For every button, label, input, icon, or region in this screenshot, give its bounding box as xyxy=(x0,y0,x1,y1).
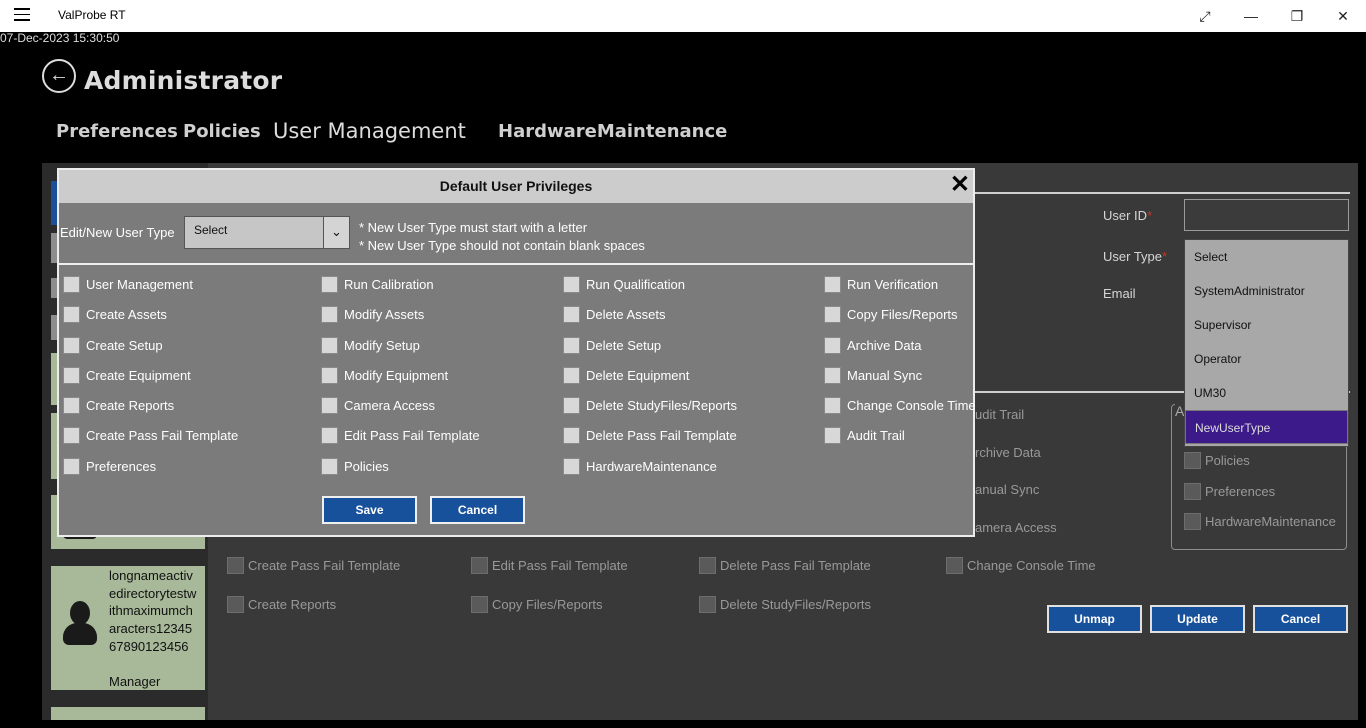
restore-icon[interactable]: ❐ xyxy=(1287,6,1307,26)
checkbox-user-management[interactable]: User Management xyxy=(63,276,193,293)
checkbox-delete-studyfiles-reports-bg[interactable]: Delete StudyFiles/Reports xyxy=(699,596,871,613)
tab-hardware-maintenance[interactable]: HardwareMaintenance xyxy=(498,121,727,142)
checkbox-copy-files-reports[interactable]: Copy Files/Reports xyxy=(824,306,958,323)
user-type-dropdown[interactable]: Select SystemAdministrator Supervisor Op… xyxy=(1184,239,1349,447)
cancel-button[interactable]: Cancel xyxy=(1253,605,1348,633)
checkbox-hardware-maintenance-bg[interactable]: HardwareMaintenance xyxy=(1184,513,1336,530)
note-no-spaces: * New User Type should not contain blank… xyxy=(359,238,645,253)
checkbox-change-console-time-bg[interactable]: Change Console Time xyxy=(946,557,1096,574)
checkbox-create-pass-fail-template-bg[interactable]: Create Pass Fail Template xyxy=(227,557,400,574)
checkbox-create-reports[interactable]: Create Reports xyxy=(63,397,174,414)
checkbox-preferences-bg[interactable]: Preferences xyxy=(1184,483,1275,500)
checkbox-create-assets[interactable]: Create Assets xyxy=(63,306,167,323)
avatar xyxy=(63,601,97,649)
privilege-label: amera Access xyxy=(975,520,1057,535)
tab-user-management[interactable]: User Management xyxy=(273,119,466,143)
dialog-title: Default User Privileges xyxy=(439,178,593,194)
group-label: A xyxy=(1175,403,1185,419)
checkbox-edit-pass-fail-template-bg[interactable]: Edit Pass Fail Template xyxy=(471,557,628,574)
checkbox-run-qualification[interactable]: Run Qualification xyxy=(563,276,685,293)
tab-preferences[interactable]: Preferences xyxy=(56,121,178,142)
dropdown-option[interactable]: Operator xyxy=(1185,342,1348,376)
checkbox-delete-pass-fail-template[interactable]: Delete Pass Fail Template xyxy=(563,427,737,444)
dialog-header: Default User Privileges ✕ xyxy=(59,170,973,203)
title-bar: ValProbe RT ⤢ — ❐ ✕ xyxy=(0,0,1366,32)
app-title: ValProbe RT xyxy=(58,8,126,22)
checkbox-run-verification[interactable]: Run Verification xyxy=(824,276,938,293)
minimize-icon[interactable]: — xyxy=(1241,6,1261,26)
checkbox-delete-setup[interactable]: Delete Setup xyxy=(563,337,661,354)
tab-policies[interactable]: Policies xyxy=(183,121,261,142)
checkbox-delete-pass-fail-template-bg[interactable]: Delete Pass Fail Template xyxy=(699,557,871,574)
dropdown-option[interactable]: UM30 xyxy=(1185,376,1348,410)
note-start-letter: * New User Type must start with a letter xyxy=(359,220,588,235)
checkbox-create-pass-fail-template[interactable]: Create Pass Fail Template xyxy=(63,427,238,444)
dialog-divider xyxy=(59,263,973,265)
checkbox-manual-sync[interactable]: Manual Sync xyxy=(824,367,922,384)
edit-user-type-label: Edit/New User Type xyxy=(60,225,175,240)
checkbox-run-calibration[interactable]: Run Calibration xyxy=(321,276,434,293)
checkbox-archive-data[interactable]: Archive Data xyxy=(824,337,921,354)
checkbox-audit-trail[interactable]: Audit Trail xyxy=(824,427,905,444)
dialog-cancel-button[interactable]: Cancel xyxy=(430,496,525,524)
checkbox-change-console-time[interactable]: Change Console Time xyxy=(824,397,976,414)
user-role: Manager xyxy=(109,674,161,689)
save-button[interactable]: Save xyxy=(322,496,417,524)
checkbox-delete-studyfiles-reports[interactable]: Delete StudyFiles/Reports xyxy=(563,397,737,414)
checkbox-policies[interactable]: Policies xyxy=(321,458,389,475)
unmap-button[interactable]: Unmap xyxy=(1047,605,1142,633)
close-icon[interactable]: ✕ xyxy=(950,173,970,197)
email-label: Email xyxy=(1103,286,1136,301)
checkbox-create-reports-bg[interactable]: Create Reports xyxy=(227,596,336,613)
user-type-select[interactable]: Select ⌄ xyxy=(184,216,350,249)
divider xyxy=(975,192,1350,194)
user-id-input[interactable] xyxy=(1184,199,1349,231)
chevron-down-icon[interactable]: ⌄ xyxy=(323,217,349,248)
page-title: Administrator xyxy=(84,66,283,95)
checkbox-camera-access[interactable]: Camera Access xyxy=(321,397,435,414)
checkbox-modify-assets[interactable]: Modify Assets xyxy=(321,306,424,323)
checkbox-hardware-maintenance[interactable]: HardwareMaintenance xyxy=(563,458,717,475)
checkbox-delete-equipment[interactable]: Delete Equipment xyxy=(563,367,689,384)
close-window-icon[interactable]: ✕ xyxy=(1333,6,1353,26)
back-arrow-icon[interactable]: ← xyxy=(42,59,76,93)
datetime: 07-Dec-2023 15:30:50 xyxy=(0,31,120,45)
checkbox-modify-equipment[interactable]: Modify Equipment xyxy=(321,367,448,384)
fullscreen-icon[interactable]: ⤢ xyxy=(1195,6,1215,26)
checkbox-delete-assets[interactable]: Delete Assets xyxy=(563,306,666,323)
dropdown-option[interactable]: Supervisor xyxy=(1185,308,1348,342)
checkbox-create-equipment[interactable]: Create Equipment xyxy=(63,367,191,384)
dropdown-option-selected[interactable]: NewUserType xyxy=(1185,410,1348,444)
checkbox-edit-pass-fail-template[interactable]: Edit Pass Fail Template xyxy=(321,427,480,444)
privilege-label: rchive Data xyxy=(975,445,1041,460)
user-id-label: User ID* xyxy=(1103,208,1153,223)
dropdown-option[interactable]: Select xyxy=(1185,240,1348,274)
checkbox-preferences[interactable]: Preferences xyxy=(63,458,156,475)
dropdown-option[interactable]: SystemAdministrator xyxy=(1185,274,1348,308)
update-button[interactable]: Update xyxy=(1150,605,1245,633)
checkbox-modify-setup[interactable]: Modify Setup xyxy=(321,337,420,354)
checkbox-create-setup[interactable]: Create Setup xyxy=(63,337,163,354)
checkbox-copy-files-reports-bg[interactable]: Copy Files/Reports xyxy=(471,596,603,613)
select-value: Select xyxy=(194,223,228,237)
user-name: longnameactivedirectorytestwithmaximumch… xyxy=(109,568,197,654)
default-user-privileges-dialog: Default User Privileges ✕ Edit/New User … xyxy=(57,168,976,537)
privilege-label: anual Sync xyxy=(975,482,1040,497)
list-item[interactable] xyxy=(51,707,205,720)
privilege-label: udit Trail xyxy=(975,407,1025,422)
hamburger-menu-icon[interactable] xyxy=(14,8,30,22)
checkbox-policies-bg[interactable]: Policies xyxy=(1184,452,1250,469)
list-item[interactable]: longnameactivedirectorytestwithmaximumch… xyxy=(51,566,205,690)
user-type-label: User Type* xyxy=(1103,249,1168,264)
